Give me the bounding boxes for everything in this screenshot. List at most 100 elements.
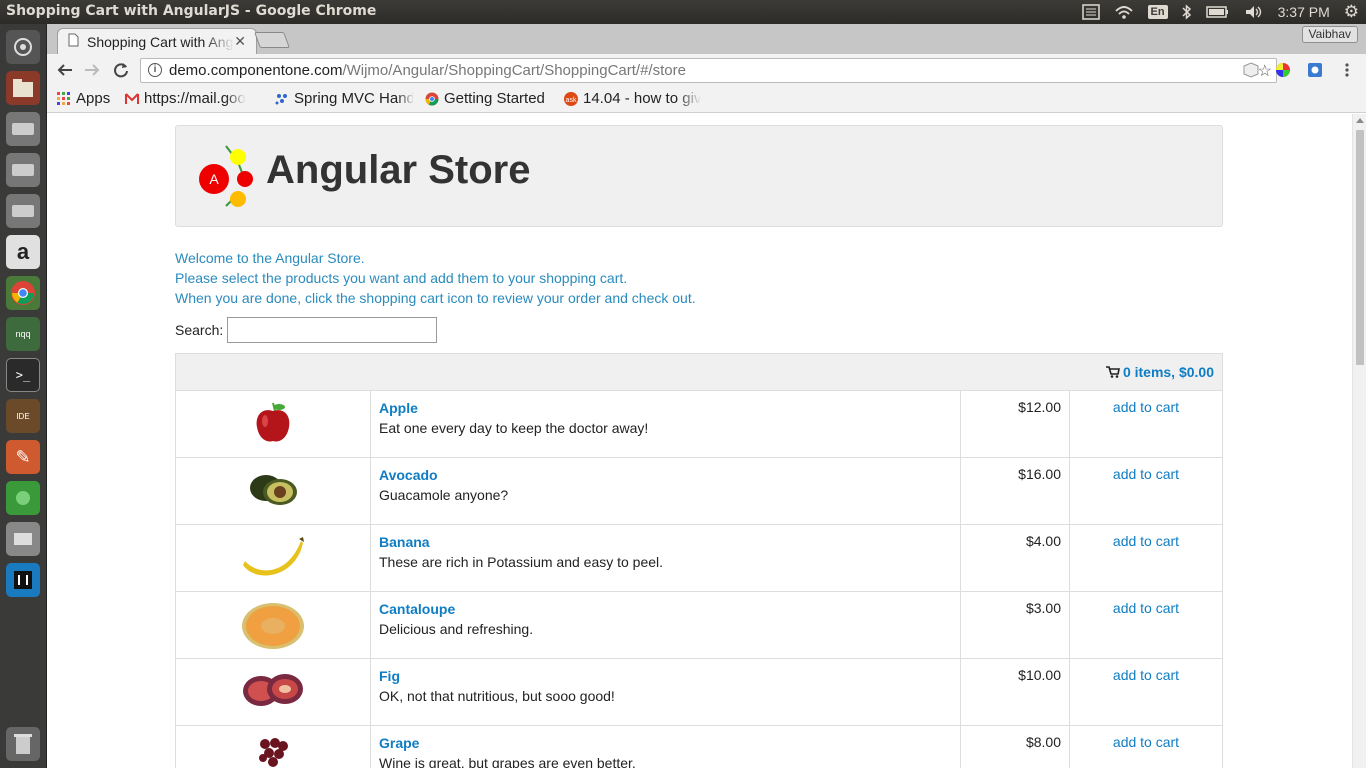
keyboard-layout-indicator[interactable]: En (1147, 5, 1168, 19)
system-tray: En 3:37 PM ⚙ (1075, 0, 1366, 24)
add-to-cart-link[interactable]: add to cart (1113, 466, 1179, 482)
reload-icon[interactable] (109, 58, 133, 82)
drive-icon[interactable] (6, 112, 40, 146)
search-row: Search: (175, 317, 438, 343)
bookmark-gmail[interactable]: https://mail.goo (125, 90, 262, 107)
chrome-icon (425, 92, 439, 106)
apple-image (256, 402, 290, 442)
product-table: 0 items, $0.00 Apple Eat one every day t… (175, 353, 1223, 768)
amazon-icon[interactable]: a (6, 235, 40, 269)
ubuntu-dash-icon[interactable] (6, 30, 40, 64)
add-to-cart-link[interactable]: add to cart (1113, 533, 1179, 549)
profile-button[interactable]: Vaibhav (1301, 26, 1358, 43)
drive-icon[interactable] (6, 153, 40, 187)
intellij-icon[interactable] (6, 563, 40, 597)
cart-link[interactable]: 0 items, $0.00 (1105, 364, 1214, 380)
bookmark-askubuntu[interactable]: ask 14.04 - how to giv (564, 90, 704, 107)
search-label: Search: (175, 322, 224, 338)
grape-image (259, 738, 288, 767)
bookmark-spring[interactable]: Spring MVC Hand (275, 90, 413, 107)
avocado-image (250, 475, 297, 505)
product-name-link[interactable]: Grape (379, 734, 952, 752)
fig-image (243, 674, 303, 706)
scroll-up-arrow-icon[interactable] (1356, 118, 1364, 123)
product-description: Wine is great, but grapes are even bette… (379, 755, 636, 768)
product-description: Eat one every day to keep the doctor awa… (379, 420, 649, 436)
add-to-cart-link[interactable]: add to cart (1113, 667, 1179, 683)
product-description: Delicious and refreshing. (379, 621, 534, 637)
welcome-line: Welcome to the Angular Store. (175, 250, 365, 266)
cantaloupe-image (242, 603, 304, 649)
wifi-icon[interactable] (1114, 4, 1134, 20)
add-to-cart-link[interactable]: add to cart (1113, 399, 1179, 415)
wrench-icon[interactable]: ✎ (6, 440, 40, 474)
product-price: $10.00 (960, 658, 1070, 726)
vertical-scrollbar[interactable] (1352, 114, 1366, 768)
angular-store-logo: A (199, 145, 253, 207)
back-icon[interactable] (53, 58, 77, 82)
product-name-link[interactable]: Cantaloupe (379, 600, 952, 618)
chrome-menu-icon[interactable] (1339, 62, 1355, 78)
product-name-link[interactable]: Banana (379, 533, 952, 551)
search-input[interactable] (227, 317, 438, 343)
svg-text:ask: ask (566, 97, 577, 104)
table-row: Avocado Guacamole anyone? $16.00 add to … (175, 457, 1223, 525)
product-price: $4.00 (960, 524, 1070, 592)
product-price: $8.00 (960, 725, 1070, 768)
gmail-icon (125, 92, 139, 106)
terminal-icon[interactable]: >_ (6, 358, 40, 392)
product-description: OK, not that nutritious, but sooo good! (379, 688, 615, 704)
green-app-icon[interactable] (6, 481, 40, 515)
nqq-icon[interactable]: nqq (6, 317, 40, 351)
product-name-link[interactable]: Apple (379, 399, 952, 417)
page-title: Angular Store (266, 148, 531, 192)
shopping-cart-icon (1105, 366, 1120, 378)
file-manager-icon[interactable] (6, 71, 40, 105)
java-ee-ide-icon[interactable]: IDE (6, 399, 40, 433)
menu-icon[interactable] (1081, 4, 1100, 20)
add-to-cart-link[interactable]: add to cart (1113, 600, 1179, 616)
apps-grid-icon (57, 91, 71, 106)
bookmark-star-icon[interactable]: ☆ (1258, 61, 1272, 81)
trash-icon[interactable] (6, 727, 40, 761)
close-icon[interactable]: ✕ (234, 33, 246, 50)
bookmark-apps[interactable]: Apps (57, 90, 110, 107)
address-bar[interactable]: i demo.componentone.com/Wijmo/Angular/Sh… (140, 58, 1277, 83)
new-tab-button[interactable] (254, 32, 290, 48)
askubuntu-icon: ask (564, 91, 578, 106)
clock[interactable]: 3:37 PM (1278, 4, 1330, 20)
chrome-icon[interactable] (6, 276, 40, 310)
app-launcher: a nqq >_ IDE ✎ (0, 24, 47, 768)
extension-cube-icon[interactable] (1243, 62, 1259, 78)
forward-icon[interactable] (80, 58, 104, 82)
gear-icon[interactable]: ⚙ (1344, 2, 1359, 22)
bookmark-getting-started[interactable]: Getting Started (425, 90, 545, 107)
product-price: $3.00 (960, 591, 1070, 659)
page-icon (68, 33, 79, 50)
bookmarks-bar: Apps https://mail.goo Spring MVC Hand Ge… (47, 86, 1366, 113)
scrollbar-thumb[interactable] (1356, 130, 1364, 365)
window-title: Shopping Cart with AngularJS - Google Ch… (6, 3, 377, 19)
tab-title: Shopping Cart with AngularJS (87, 33, 234, 50)
os-top-panel: Shopping Cart with AngularJS - Google Ch… (0, 0, 1366, 24)
volume-icon[interactable] (1244, 4, 1264, 20)
software-updater-icon[interactable] (6, 522, 40, 556)
page-viewport: A Angular Store Welcome to the Angular S… (47, 114, 1366, 768)
color-wheel-icon[interactable] (1275, 62, 1291, 78)
info-icon[interactable]: i (148, 63, 162, 77)
drive-icon[interactable] (6, 194, 40, 228)
bluetooth-icon[interactable] (1182, 4, 1192, 20)
url-domain: demo.componentone.com (169, 62, 343, 79)
tab-shopping-cart[interactable]: Shopping Cart with AngularJS ✕ (57, 28, 257, 54)
product-price: $16.00 (960, 457, 1070, 525)
table-row: Grape Wine is great, but grapes are even… (175, 725, 1223, 768)
spring-icon (275, 92, 289, 106)
product-name-link[interactable]: Fig (379, 667, 952, 685)
cart-summary: 0 items, $0.00 (1122, 364, 1214, 380)
product-price: $12.00 (960, 390, 1070, 458)
product-name-link[interactable]: Avocado (379, 466, 952, 484)
extension-blue-icon[interactable] (1307, 62, 1323, 78)
add-to-cart-link[interactable]: add to cart (1113, 734, 1179, 750)
cart-summary-row: 0 items, $0.00 (175, 353, 1223, 391)
battery-icon[interactable] (1205, 5, 1230, 19)
